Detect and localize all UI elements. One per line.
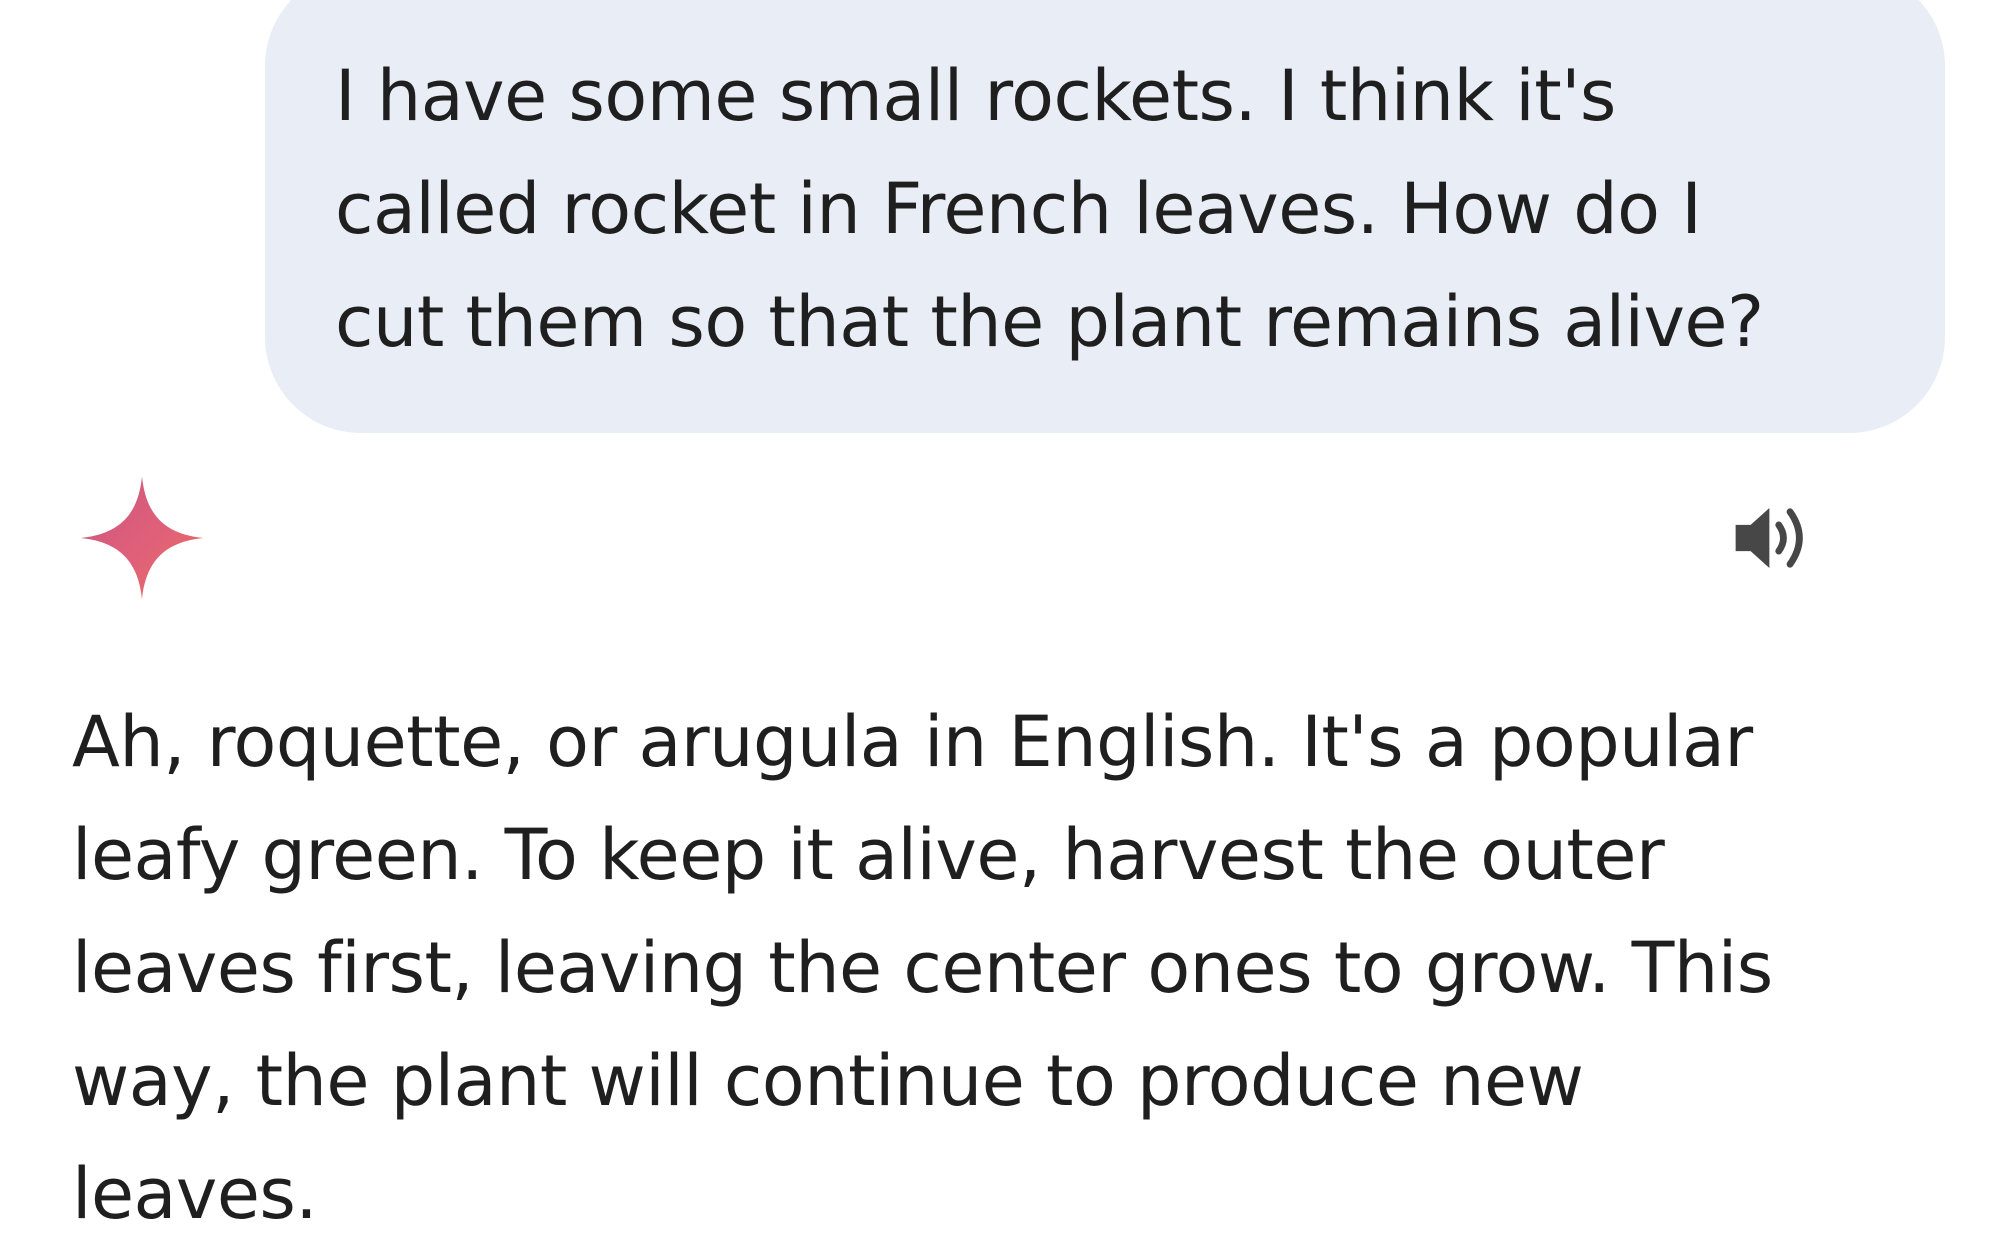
user-message-text: I have some small rockets. I think it's …: [335, 55, 1764, 363]
chat-screen: I have some small rockets. I think it's …: [0, 0, 2000, 1250]
gemini-spark-icon: [80, 476, 204, 600]
speaker-icon[interactable]: [1730, 500, 1820, 576]
assistant-response-text: Ah, roquette, or arugula in English. It'…: [72, 701, 1773, 1235]
